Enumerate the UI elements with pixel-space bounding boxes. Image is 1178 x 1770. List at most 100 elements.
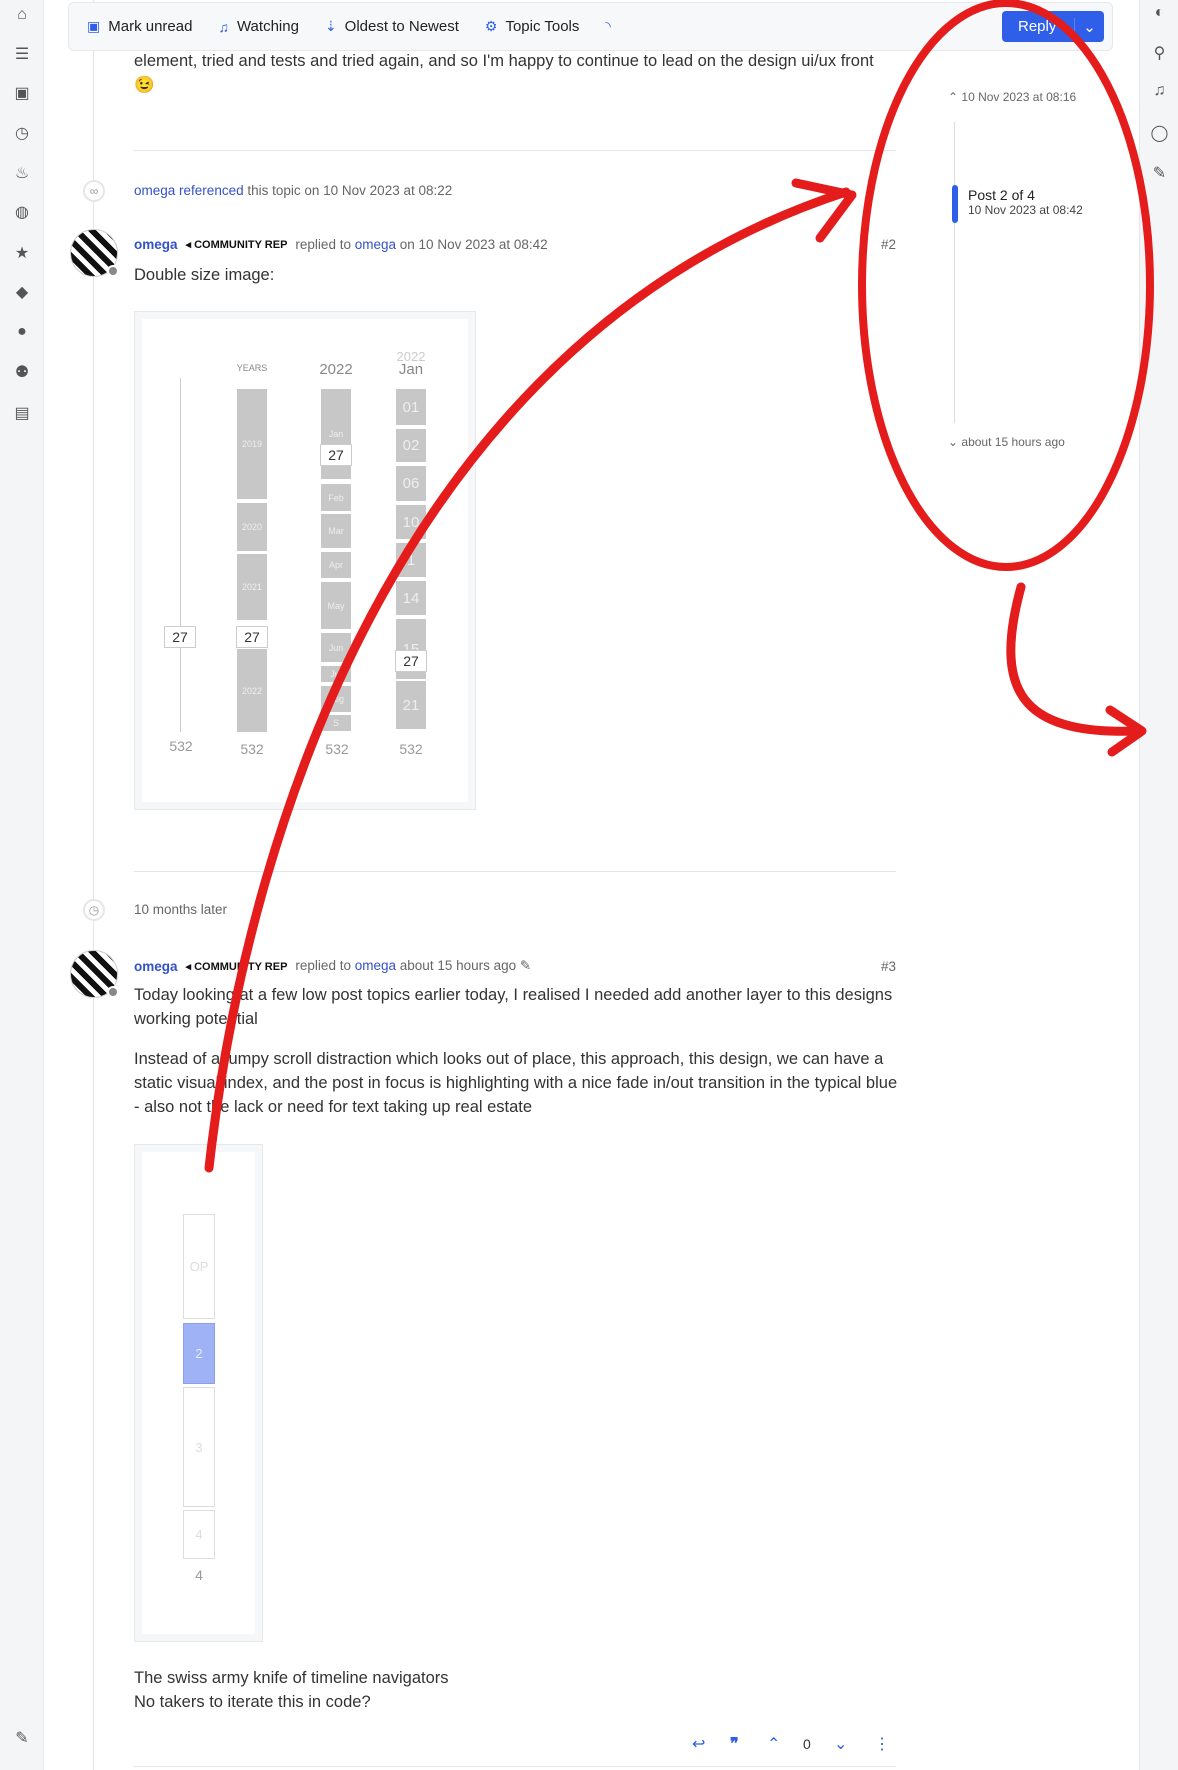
day-segment: 1 — [396, 543, 426, 577]
community-rep-badge: ◂ COMMUNITY REP — [185, 239, 288, 251]
quote-icon[interactable]: ❞ — [730, 1734, 739, 1754]
watching-button[interactable]: ♫ Watching — [218, 18, 298, 35]
post-3-paragraph-1: Today looking at a few low post topics e… — [134, 986, 893, 1028]
status-dot — [107, 265, 119, 277]
vote-count: 0 — [803, 1736, 811, 1752]
topic-tools-label: Topic Tools — [505, 18, 580, 35]
timeline-end[interactable]: ⌄ about 15 hours ago — [948, 435, 1065, 449]
post-time[interactable]: on 10 Nov 2023 at 08:42 — [400, 237, 548, 252]
community-rep-badge: ◂ COMMUNITY REP — [185, 960, 288, 973]
post-time[interactable]: about 15 hours ago — [400, 958, 516, 973]
reply-label: Reply — [1018, 18, 1057, 35]
divider — [134, 871, 896, 872]
link-icon: ∞ — [83, 180, 105, 202]
watching-label: Watching — [236, 18, 299, 35]
left-sidebar: ⌂ ☰ ▣ ◷ ♨ ◍ ★ ◆ ● ⚉ ▤ ✎ — [0, 0, 44, 1770]
year-segment: 2019 — [237, 389, 267, 499]
bell-icon: ♫ — [218, 18, 229, 35]
search-icon[interactable]: ⚲ — [1140, 43, 1178, 63]
status-dot — [107, 986, 119, 998]
fire-icon[interactable]: ♨ — [0, 163, 44, 183]
more-options-icon[interactable]: ⋮ — [874, 1734, 890, 1754]
months-total: 532 — [325, 741, 349, 757]
user-icon[interactable]: ● — [0, 323, 44, 341]
months-header: 2022 — [319, 361, 353, 378]
chat-icon[interactable]: ◯ — [1140, 123, 1178, 143]
clock-icon: ◷ — [83, 899, 105, 921]
reference-event: omega referenced this topic on 10 Nov 20… — [134, 183, 452, 198]
replied-label: replied to — [295, 958, 351, 973]
post-3-line-2: No takers to iterate this in code? — [134, 1693, 371, 1711]
reference-link[interactable]: referenced — [179, 183, 244, 198]
bell-icon[interactable]: ♫ — [1140, 82, 1178, 100]
day-segment: 06 — [396, 466, 426, 501]
timeline-track[interactable] — [954, 122, 955, 423]
inbox-icon[interactable]: ▣ — [0, 83, 44, 103]
post-index-segment: OP — [183, 1214, 215, 1319]
timeline-mockup-image[interactable]: 27 532 YEARS 2019 2020 2021 2022 27 532 2022 Jan Fe… — [134, 311, 476, 810]
post-number[interactable]: #3 — [881, 959, 896, 974]
upvote-icon[interactable]: ⌃ — [767, 1734, 780, 1754]
annotation-arrowhead — [1105, 705, 1147, 757]
timeline-handle[interactable] — [952, 185, 958, 224]
downvote-icon[interactable]: ⌄ — [834, 1734, 847, 1754]
inbox-icon: ▣ — [87, 18, 101, 34]
topic-tools-button[interactable]: ⚙ Topic Tools — [485, 18, 580, 35]
post-2-text: Double size image: — [134, 266, 275, 284]
slider-total: 532 — [169, 738, 193, 754]
month-segment: Aug — [321, 686, 351, 712]
edit-history-icon[interactable]: ✎ — [520, 958, 531, 973]
star-icon[interactable]: ★ — [0, 243, 44, 263]
sort-label: Oldest to Newest — [344, 18, 459, 35]
clock-icon[interactable]: ◷ — [0, 123, 44, 143]
home-icon[interactable]: ⌂ — [0, 6, 44, 24]
reply-icon[interactable]: ↩ — [692, 1734, 705, 1754]
edit-icon[interactable]: ✎ — [1140, 163, 1178, 183]
globe-icon[interactable]: ◍ — [0, 202, 44, 222]
month-segment: May — [321, 582, 351, 629]
mark-unread-button[interactable]: ▣ Mark unread — [87, 18, 192, 35]
rss-icon: ◝ — [605, 18, 611, 34]
post-number[interactable]: #2 — [881, 237, 896, 252]
topic-toolbar: ▣ Mark unread ♫ Watching ⇣ Oldest to Newest… — [68, 2, 1113, 51]
list-icon[interactable]: ☰ — [0, 44, 44, 64]
users-icon[interactable]: ⚉ — [0, 362, 44, 382]
chevron-up-icon: ⌃ — [948, 90, 959, 104]
post-index-mockup-image[interactable]: OP 2 3 4 4 — [134, 1144, 263, 1642]
username-link[interactable]: omega — [134, 237, 178, 252]
day-segment: 01 — [396, 389, 426, 425]
years-value: 27 — [236, 626, 268, 648]
year-segment: 2022 — [237, 649, 267, 732]
tags-icon[interactable]: ◆ — [0, 282, 44, 302]
book-icon[interactable]: ▤ — [0, 403, 44, 423]
reply-button[interactable]: Reply ⌄ — [1002, 11, 1104, 42]
day-segment: 02 — [396, 429, 426, 462]
avatar-icon[interactable]: ◐ — [1140, 4, 1178, 22]
reply-to-link[interactable]: omega — [355, 958, 396, 973]
year-segment: 2020 — [237, 503, 267, 551]
chevron-down-icon: ⌄ — [948, 435, 959, 449]
rss-button[interactable]: ◝ — [605, 18, 610, 35]
sort-button[interactable]: ⇣ Oldest to Newest — [325, 18, 459, 35]
years-header: YEARS — [236, 363, 268, 373]
day-segment: 10 — [396, 505, 426, 539]
timeline-position: Post 2 of 4 10 Nov 2023 at 08:42 — [968, 187, 1083, 217]
divider — [134, 1766, 896, 1767]
month-segment: S — [321, 715, 351, 731]
username-link[interactable]: omega — [134, 959, 178, 974]
reference-user-link[interactable]: omega — [134, 183, 175, 198]
chevron-down-icon[interactable]: ⌄ — [1074, 17, 1104, 36]
reply-to-link[interactable]: omega — [355, 237, 396, 252]
replied-label: replied to — [295, 237, 351, 252]
annotation-circle — [858, 0, 1154, 571]
brush-icon[interactable]: ✎ — [0, 1728, 44, 1748]
post-3-line-1: The swiss army knife of timeline navigat… — [134, 1669, 449, 1687]
post-1-text: element, tried and tests and tried again… — [134, 52, 874, 94]
divider — [134, 150, 896, 151]
megaphone-icon: ◂ — [185, 239, 192, 251]
month-segment: Feb — [321, 484, 351, 511]
timeline-start[interactable]: ⌃ 10 Nov 2023 at 08:16 — [948, 90, 1076, 104]
post-index-segment: 4 — [183, 1510, 215, 1559]
post-index-segment: 3 — [183, 1387, 215, 1507]
right-sidebar: ◐ ⚲ ♫ ◯ ✎ — [1139, 0, 1178, 1770]
